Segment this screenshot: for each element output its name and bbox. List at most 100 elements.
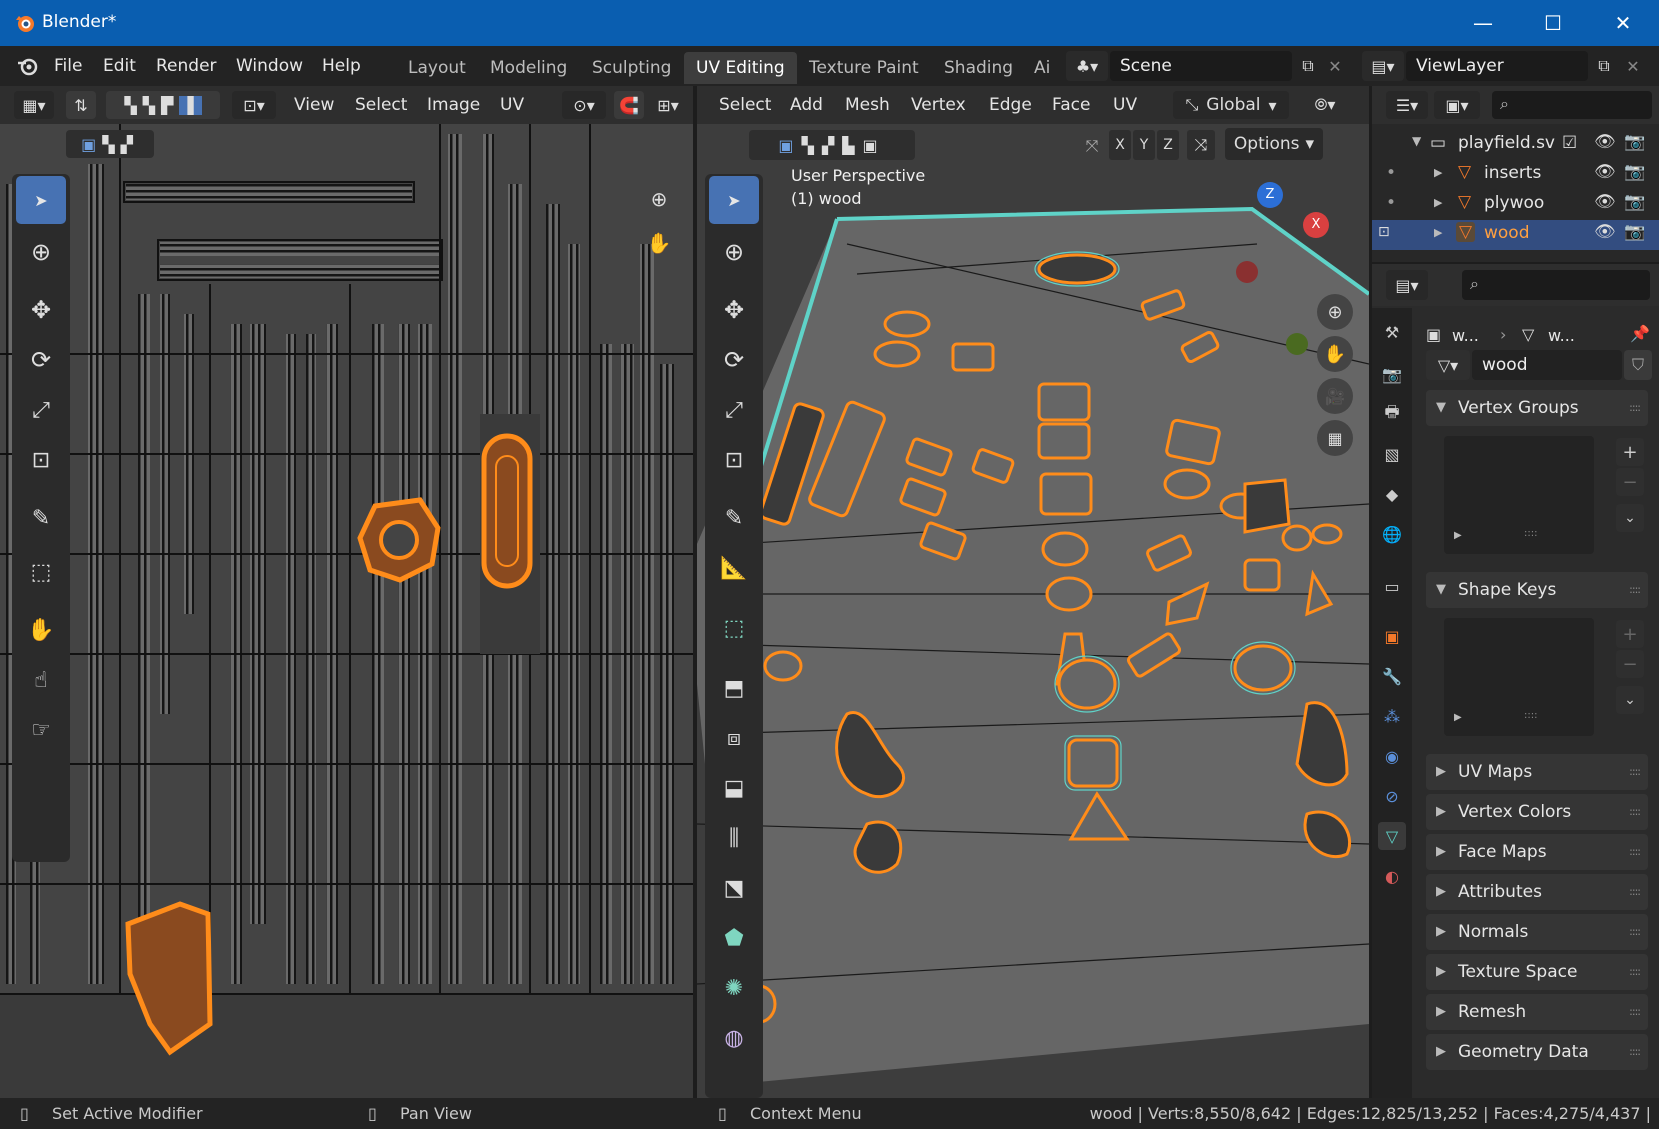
constraints-tab-icon[interactable]: ⊘ (1378, 782, 1406, 810)
output-tab-icon[interactable]: 🖶 (1378, 400, 1406, 428)
panel-uv-maps[interactable]: ▶ UV Maps :::: (1426, 754, 1648, 790)
scene-selector-icon[interactable]: ♣▾ (1066, 51, 1108, 81)
grab-tool-icon[interactable]: ✋ (16, 606, 66, 654)
mesh-select-mode-buttons[interactable]: ▣ ▚▞▙▣ (749, 130, 915, 160)
drag-grip-icon[interactable]: :::: (1629, 794, 1641, 830)
scene-tab-icon[interactable]: ◆ (1378, 480, 1406, 508)
scene-name-field[interactable]: Scene (1110, 51, 1292, 81)
panel-vertex-groups[interactable]: ▼ Vertex Groups :::: (1426, 390, 1648, 426)
3d-viewport[interactable]: Select Add Mesh Vertex Edge Face UV ⤡ Glo… (697, 86, 1369, 1098)
list-expand-icon[interactable]: ▶ (1454, 712, 1462, 723)
vertex-groups-list[interactable]: ▶ :::: (1444, 436, 1594, 554)
mirror-x-toggle[interactable]: X (1109, 130, 1131, 160)
poly-build-tool-icon[interactable]: ⬟ (709, 914, 759, 962)
snap-target-icon[interactable]: ⊞▾ (646, 91, 690, 119)
tab-animation[interactable]: Ai (1026, 52, 1064, 84)
relax-tool-icon[interactable]: ☝ (16, 656, 66, 704)
render-camera-icon[interactable]: 📷 (1624, 192, 1645, 212)
uv-menu-uv[interactable]: UV (500, 95, 524, 115)
vp-menu-edge[interactable]: Edge (989, 95, 1032, 115)
gizmo-z-axis[interactable]: Z (1257, 182, 1283, 208)
visibility-eye-icon[interactable]: 👁 (1594, 222, 1616, 242)
pivot-point-vp-icon[interactable]: ⦾▾ (1301, 91, 1349, 119)
view-layer-tab-icon[interactable]: ▧ (1378, 440, 1406, 468)
visibility-eye-icon[interactable]: 👁 (1594, 132, 1616, 152)
add-shape-key-button[interactable]: + (1616, 620, 1644, 648)
view-layer-field[interactable]: ViewLayer (1406, 51, 1588, 81)
expand-arrow-icon[interactable]: ▶ (1434, 166, 1442, 179)
drag-grip-icon[interactable]: :::: (1629, 754, 1641, 790)
pan-hand-icon[interactable]: ✋ (1317, 336, 1353, 372)
zoom-icon[interactable]: ⊕ (1317, 294, 1353, 330)
list-expand-icon[interactable]: ▶ (1454, 530, 1462, 541)
menu-edit[interactable]: Edit (103, 56, 136, 76)
render-camera-icon[interactable]: 📷 (1624, 162, 1645, 182)
pin-icon[interactable]: 📌 (1630, 324, 1650, 343)
menu-render[interactable]: Render (156, 56, 217, 76)
shape-key-specials-button[interactable]: ⌄ (1616, 686, 1644, 714)
render-camera-icon[interactable]: 📷 (1624, 222, 1645, 242)
pinch-tool-icon[interactable]: ☞ (16, 706, 66, 754)
vp-menu-add[interactable]: Add (790, 95, 823, 115)
rotate-tool-icon[interactable]: ⟳ (709, 336, 759, 384)
move-tool-icon[interactable]: ✥ (709, 286, 759, 334)
material-tab-icon[interactable]: ◐ (1378, 862, 1406, 890)
drag-grip-icon[interactable]: :::: (1629, 954, 1641, 990)
list-resize-grip-icon[interactable]: :::: (1524, 710, 1537, 721)
panel-geometry-data[interactable]: ▶ Geometry Data :::: (1426, 1034, 1648, 1070)
new-view-layer-icon[interactable]: ⧉ (1588, 51, 1620, 81)
drag-grip-icon[interactable]: :::: (1629, 1034, 1641, 1070)
panel-face-maps[interactable]: ▶ Face Maps :::: (1426, 834, 1648, 870)
select-box-tool-icon[interactable]: ➤ (709, 176, 759, 224)
vp-menu-select[interactable]: Select (719, 95, 771, 115)
sync-selection-icon[interactable]: ⇅ (66, 91, 96, 119)
object-tab-icon[interactable]: ▣ (1378, 622, 1406, 650)
mesh-data-tab-icon[interactable]: ▽ (1378, 822, 1406, 850)
outliner-search-input[interactable]: ⌕ (1492, 91, 1652, 119)
tab-shading[interactable]: Shading (932, 52, 1025, 84)
gizmo-x-axis[interactable]: X (1303, 212, 1329, 238)
panel-attributes[interactable]: ▶ Attributes :::: (1426, 874, 1648, 910)
remove-vertex-group-button[interactable]: − (1616, 468, 1644, 496)
uv-menu-select[interactable]: Select (355, 95, 407, 115)
move-tool-icon[interactable]: ✥ (16, 286, 66, 334)
particles-tab-icon[interactable]: ⁂ (1378, 702, 1406, 730)
vertex-group-specials-button[interactable]: ⌄ (1616, 504, 1644, 532)
mirror-z-toggle[interactable]: Z (1157, 130, 1179, 160)
navigation-gizmo[interactable]: Z X (1237, 182, 1337, 272)
vp-menu-uv[interactable]: UV (1113, 95, 1137, 115)
vp-menu-mesh[interactable]: Mesh (845, 95, 890, 115)
shape-keys-list[interactable]: ▶ :::: (1444, 618, 1594, 736)
uv-editor[interactable]: ▦▾ ⇅ ▚▚▛ ▐ ⊡▾ View Select Image UV ⊙▾ 🧲 ⊞… (0, 86, 693, 1098)
knife-tool-icon[interactable]: ⬔ (709, 864, 759, 912)
scale-tool-icon[interactable]: ⤢ (16, 386, 66, 434)
pivot-point-icon[interactable]: ⊙▾ (562, 91, 606, 119)
sticky-selection-icon[interactable]: ⊡▾ (232, 91, 276, 119)
menu-window[interactable]: Window (236, 56, 303, 76)
zoom-icon[interactable]: ⊕ (642, 182, 676, 216)
drag-grip-icon[interactable]: :::: (1629, 914, 1641, 950)
rotate-tool-icon[interactable]: ⟳ (16, 336, 66, 384)
close-window-button[interactable]: ✕ (1589, 0, 1657, 46)
checkbox-icon[interactable]: ☑ (1562, 133, 1577, 153)
display-mode-icon[interactable]: ▣▾ (1434, 91, 1480, 119)
new-scene-icon[interactable]: ⧉ (1292, 51, 1324, 81)
transform-tool-icon[interactable]: ⊡ (709, 436, 759, 484)
annotate-tool-icon[interactable]: ✎ (16, 494, 66, 542)
loop-cut-tool-icon[interactable]: ⫼ (709, 814, 759, 862)
transform-orientation-dropdown[interactable]: ⤡ Global ▾ (1173, 91, 1289, 119)
collection-tab-icon[interactable]: ▭ (1378, 572, 1406, 600)
cursor-tool-icon[interactable]: ⊕ (16, 228, 66, 276)
properties-editor-type-icon[interactable]: ▤▾ (1386, 270, 1428, 300)
perspective-grid-icon[interactable]: ▦ (1317, 420, 1353, 456)
outliner-row-collection[interactable]: ▼ ▭ playfield.sv ☑ 👁 📷 (1372, 130, 1659, 160)
panel-shape-keys[interactable]: ▼ Shape Keys :::: (1426, 572, 1648, 608)
render-tab-icon[interactable]: 📷 (1378, 360, 1406, 388)
maximize-button[interactable]: ☐ (1519, 0, 1587, 46)
panel-texture-space[interactable]: ▶ Texture Space :::: (1426, 954, 1648, 990)
scale-tool-icon[interactable]: ⤢ (709, 386, 759, 434)
menu-help[interactable]: Help (322, 56, 361, 76)
inset-tool-icon[interactable]: ⧈ (709, 714, 759, 762)
annotate-tool-icon[interactable]: ✎ (709, 494, 759, 542)
vp-menu-face[interactable]: Face (1052, 95, 1090, 115)
